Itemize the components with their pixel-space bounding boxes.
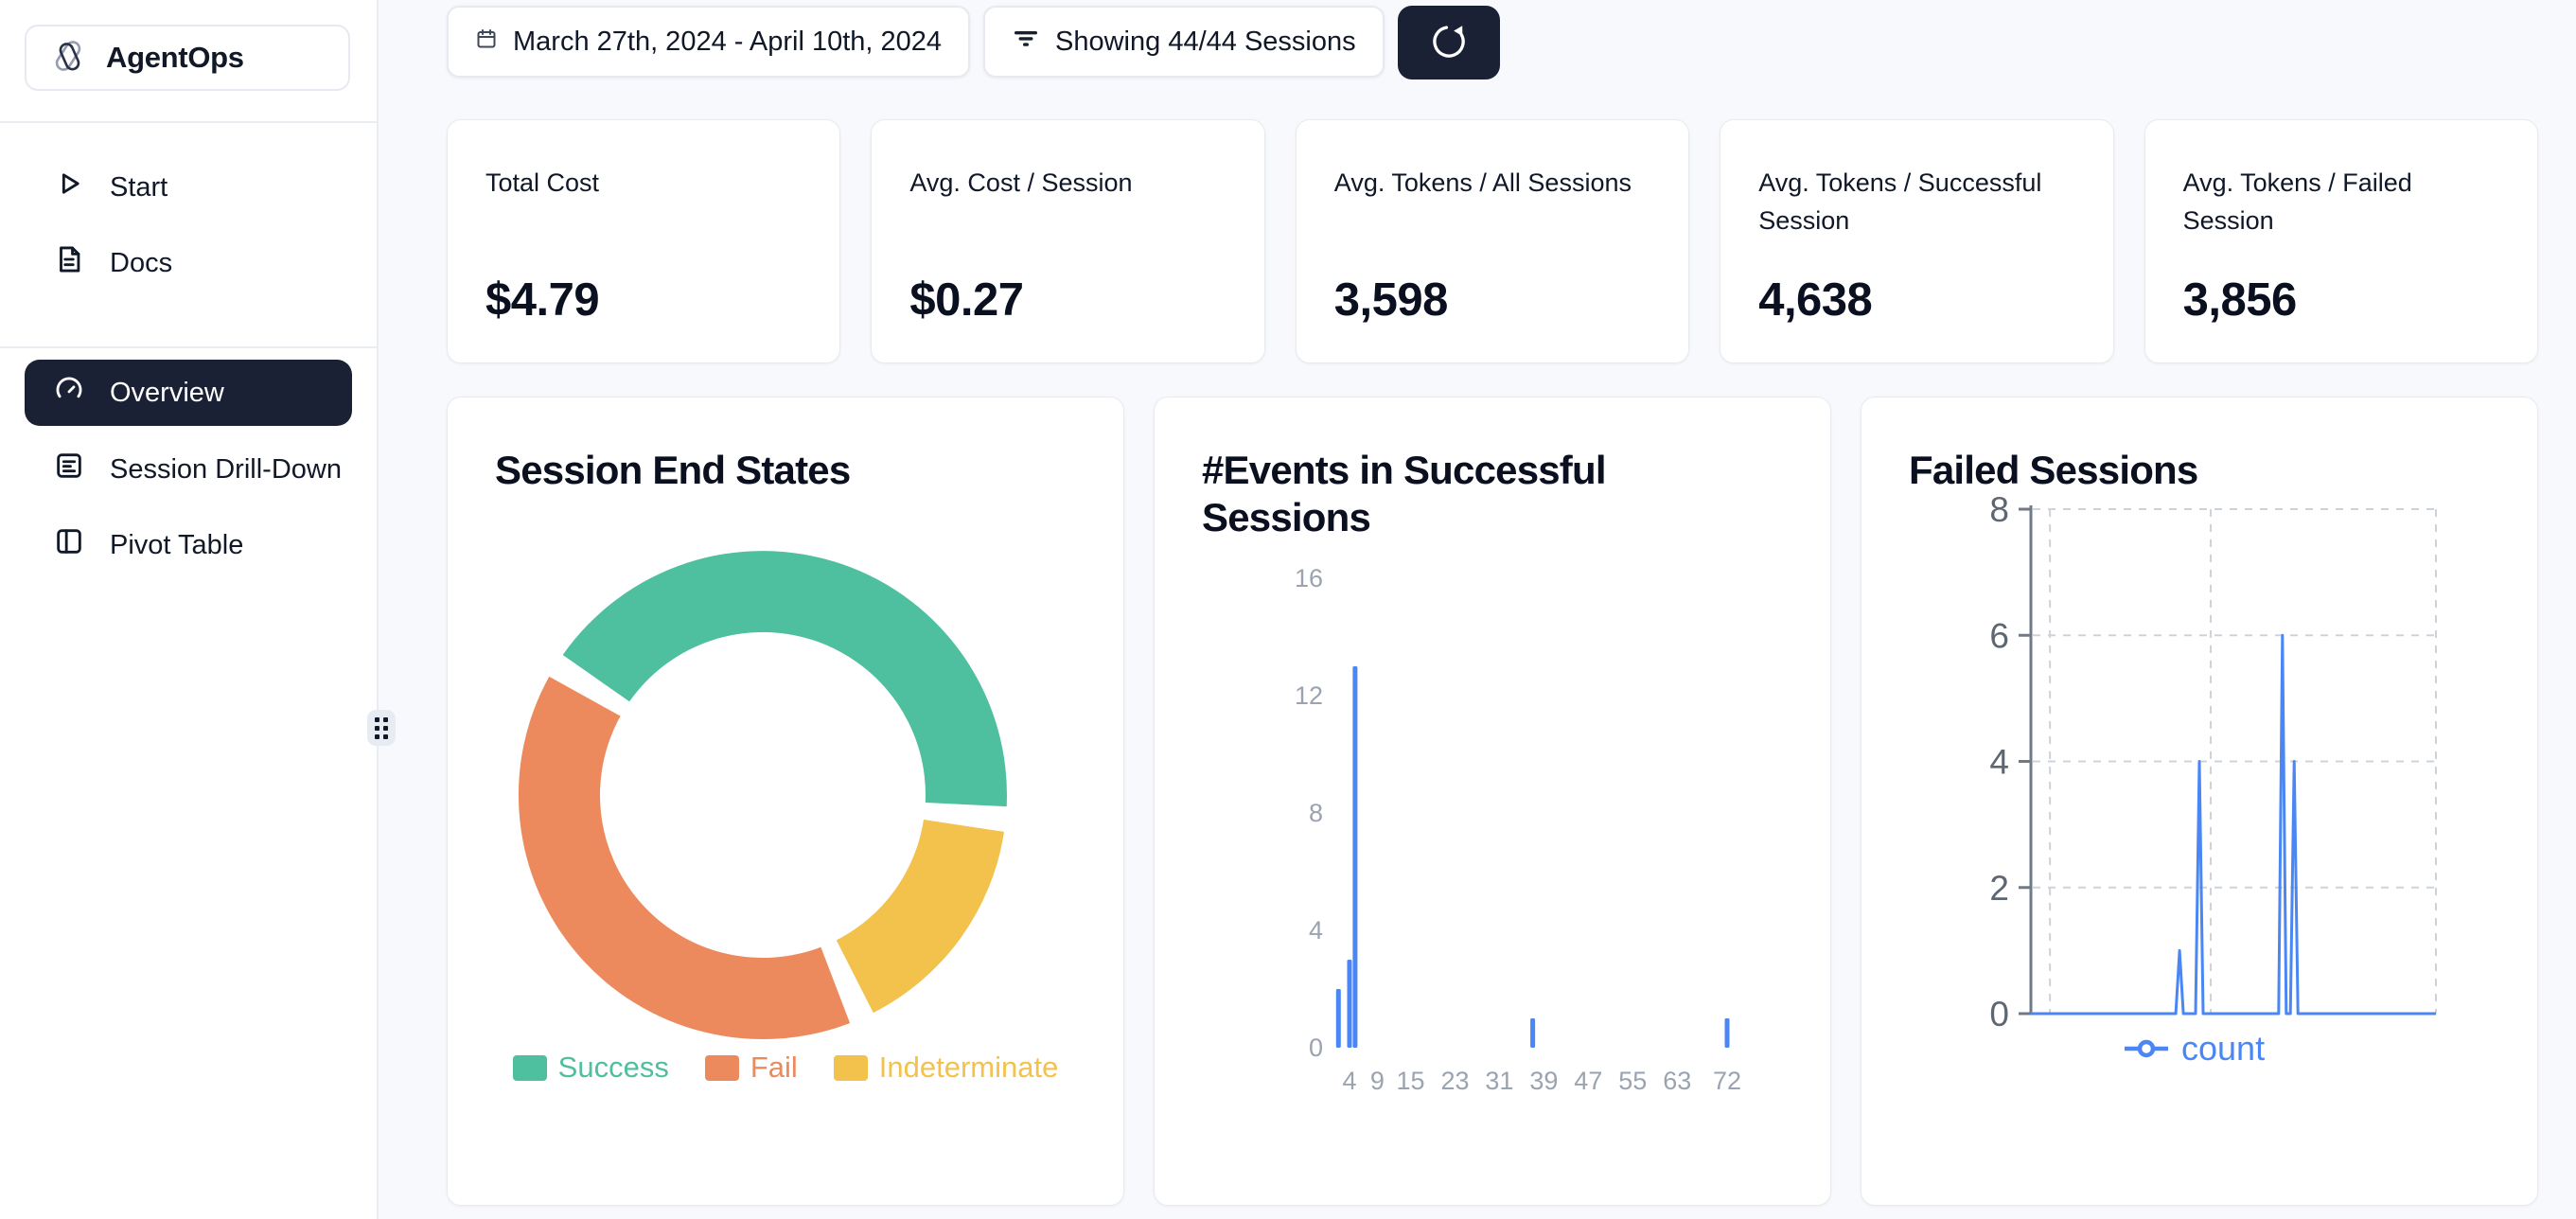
stat-value: $4.79	[485, 274, 802, 327]
x-tick-label: 31	[1485, 1067, 1513, 1095]
bar[interactable]	[1352, 666, 1357, 1048]
legend-label: Fail	[750, 1051, 798, 1085]
stat-card-avg-tokens-all: Avg. Tokens / All Sessions 3,598	[1296, 119, 1689, 363]
topbar: March 27th, 2024 - April 10th, 2024 Show…	[447, 6, 1500, 80]
legend-label: Success	[558, 1051, 669, 1085]
stat-label: Avg. Cost / Session	[909, 164, 1226, 239]
x-tick-label: 4	[1342, 1067, 1356, 1095]
y-tick-label: 12	[1295, 681, 1323, 710]
sidebar-item-label: Overview	[110, 378, 224, 409]
sidebar-item-label: Pivot Table	[110, 530, 243, 561]
list-box-icon	[53, 450, 85, 489]
main-content: March 27th, 2024 - April 10th, 2024 Show…	[447, 0, 2538, 1219]
chart-card-failed-sessions: Failed Sessions 02468count	[1861, 397, 2538, 1206]
stats-row: Total Cost $4.79 Avg. Cost / Session $0.…	[447, 119, 2538, 363]
y-tick-label: 6	[1989, 616, 2009, 655]
y-tick-label: 2	[1989, 869, 2009, 908]
bar[interactable]	[1530, 1018, 1535, 1048]
sidebar-resize-handle[interactable]	[367, 710, 396, 746]
sidebar-item-label: Session Drill-Down	[110, 454, 342, 486]
sidebar-item-pivot-table[interactable]: Pivot Table	[25, 515, 352, 575]
stat-value: 3,598	[1334, 274, 1650, 327]
chart-card-events-histogram: #Events in Successful Sessions 048121649…	[1154, 397, 1831, 1206]
legend-item-indeterminate[interactable]: Indeterminate	[834, 1051, 1059, 1085]
legend-item-success[interactable]: Success	[513, 1051, 669, 1085]
panel-left-icon	[53, 525, 85, 565]
sessions-filter-button[interactable]: Showing 44/44 Sessions	[983, 6, 1385, 78]
stat-card-total-cost: Total Cost $4.79	[447, 119, 840, 363]
stat-value: $0.27	[909, 274, 1226, 327]
x-tick-label: 55	[1618, 1067, 1647, 1095]
y-tick-label: 4	[1989, 743, 2009, 782]
events-bar-chart: 0481216491523313947556372	[1155, 398, 1831, 1206]
refresh-icon	[1425, 18, 1473, 68]
stat-label: Avg. Tokens / Successful Session	[1758, 164, 2074, 239]
x-tick-label: 47	[1574, 1067, 1602, 1095]
date-range-button[interactable]: March 27th, 2024 - April 10th, 2024	[447, 6, 970, 78]
donut-slice-fail[interactable]	[519, 677, 850, 1039]
y-tick-label: 8	[1309, 799, 1323, 827]
y-tick-label: 16	[1295, 564, 1323, 592]
donut-slice-indeterminate[interactable]	[837, 820, 1004, 1013]
stat-card-avg-tokens-failed: Avg. Tokens / Failed Session 3,856	[2144, 119, 2538, 363]
paperclip-icon	[47, 35, 89, 81]
calendar-icon	[475, 26, 498, 58]
legend-swatch	[513, 1055, 547, 1081]
donut-legend: Success Fail Indeterminate	[448, 1051, 1123, 1085]
legend-item-fail[interactable]: Fail	[705, 1051, 798, 1085]
charts-row: Session End States SuccessFailIndetermin…	[447, 397, 2538, 1206]
sidebar-item-start[interactable]: Start	[25, 157, 352, 218]
legend-label: Indeterminate	[879, 1051, 1059, 1085]
x-tick-label: 23	[1440, 1067, 1469, 1095]
legend-count[interactable]: count	[2125, 1029, 2265, 1068]
legend-swatch	[834, 1055, 868, 1081]
y-tick-label: 0	[1309, 1034, 1323, 1062]
gauge-icon	[53, 373, 85, 413]
x-tick-label: 9	[1370, 1067, 1385, 1095]
sidebar-item-label: Docs	[110, 248, 172, 279]
play-icon	[53, 168, 85, 207]
logo-button[interactable]: AgentOps	[25, 25, 350, 91]
legend-label: count	[2181, 1029, 2265, 1068]
y-tick-label: 8	[1989, 490, 2009, 529]
chart-card-session-end-states: Session End States SuccessFailIndetermin…	[447, 397, 1124, 1206]
filter-icon	[1012, 24, 1040, 60]
refresh-button[interactable]	[1398, 6, 1500, 80]
stat-label: Avg. Tokens / All Sessions	[1334, 164, 1650, 239]
sessions-filter-label: Showing 44/44 Sessions	[1055, 26, 1356, 58]
failed-sessions-line-chart: 0 2 4 6 8 count	[1861, 398, 2538, 1206]
donut-slice-success[interactable]	[563, 551, 1007, 806]
stat-label: Total Cost	[485, 164, 802, 239]
x-tick-label: 63	[1663, 1067, 1691, 1095]
count-line[interactable]	[2031, 635, 2436, 1014]
app-title: AgentOps	[106, 41, 244, 75]
x-tick-label: 39	[1529, 1067, 1558, 1095]
stat-card-avg-tokens-successful: Avg. Tokens / Successful Session 4,638	[1720, 119, 2113, 363]
sidebar-item-overview[interactable]: Overview	[25, 360, 352, 426]
sidebar-item-session-drill-down[interactable]: Session Drill-Down	[25, 439, 352, 500]
stat-value: 4,638	[1758, 274, 2074, 327]
sidebar-nav-top: Start Docs	[0, 123, 377, 293]
x-tick-label: 72	[1713, 1067, 1741, 1095]
stat-card-avg-cost-session: Avg. Cost / Session $0.27	[871, 119, 1264, 363]
sidebar: AgentOps Start Docs	[0, 0, 379, 1219]
bar[interactable]	[1348, 960, 1352, 1048]
stat-value: 3,856	[2183, 274, 2499, 327]
legend-swatch	[705, 1055, 739, 1081]
bar[interactable]	[1336, 989, 1341, 1048]
document-icon	[53, 243, 85, 283]
sidebar-item-docs[interactable]: Docs	[25, 233, 352, 293]
date-range-label: March 27th, 2024 - April 10th, 2024	[513, 26, 942, 58]
x-tick-label: 15	[1397, 1067, 1425, 1095]
sidebar-item-label: Start	[110, 172, 168, 203]
y-tick-label: 0	[1989, 995, 2009, 1034]
y-tick-label: 4	[1309, 916, 1323, 945]
stat-label: Avg. Tokens / Failed Session	[2183, 164, 2499, 239]
sidebar-nav-main: Overview Session Drill-Down Pivot Table	[0, 348, 377, 575]
bar[interactable]	[1725, 1018, 1730, 1048]
